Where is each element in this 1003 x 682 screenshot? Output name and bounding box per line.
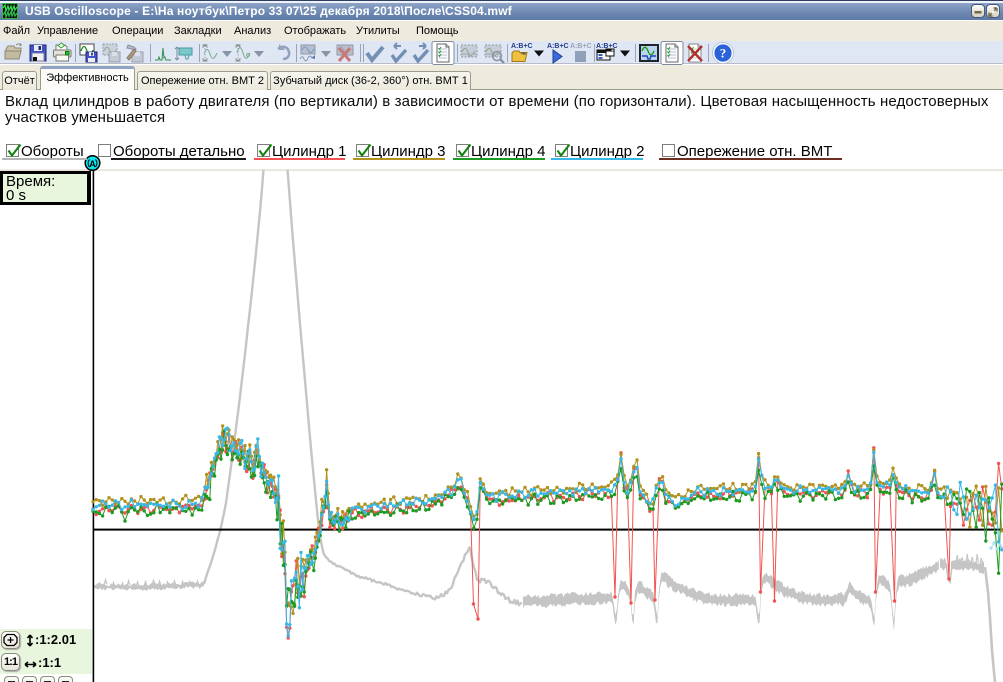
svg-text:?: ?: [719, 46, 726, 61]
svg-text:A:B+C: A:B+C: [570, 43, 592, 50]
svg-text:A:B+C: A:B+C: [547, 43, 569, 50]
